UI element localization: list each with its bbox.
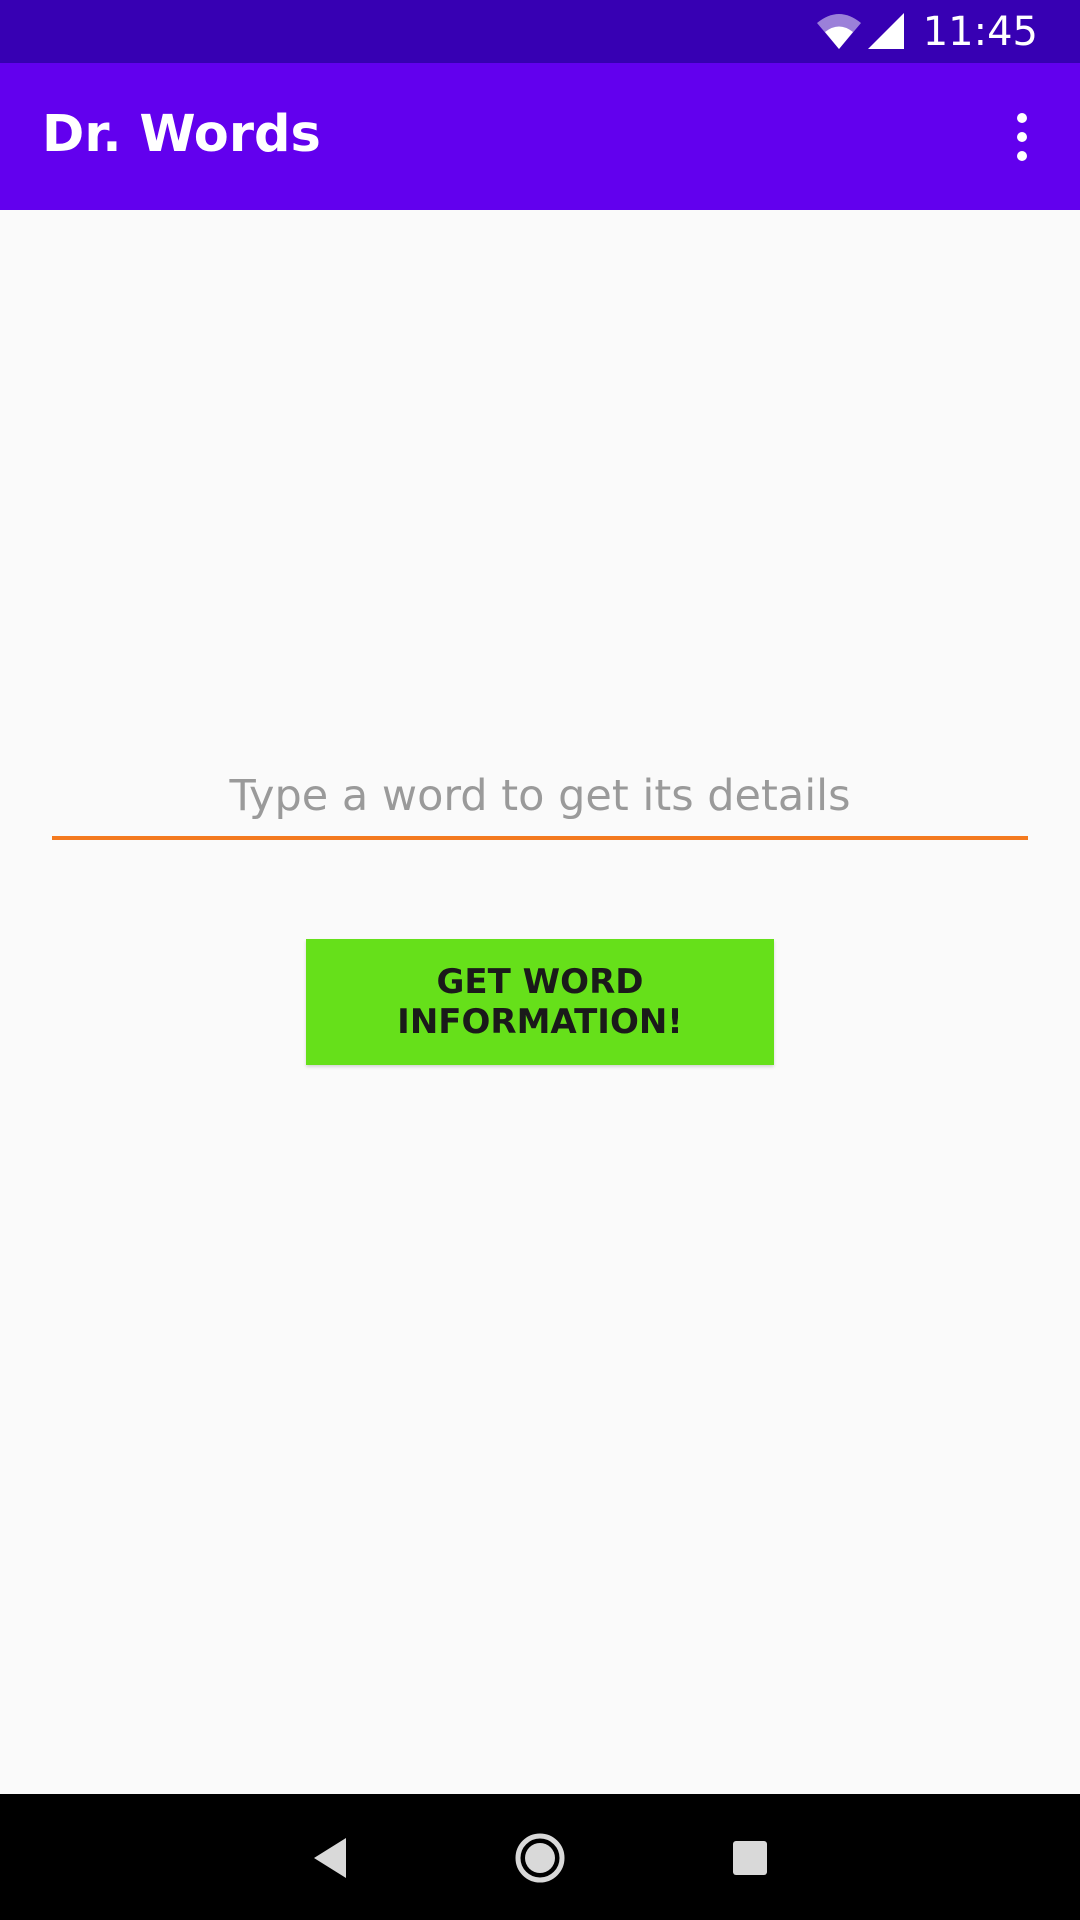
get-word-information-button[interactable]: GET WORD INFORMATION! <box>306 939 774 1065</box>
main-content: GET WORD INFORMATION! <box>0 210 1080 1794</box>
status-clock: 11:45 <box>922 9 1038 55</box>
app-title: Dr. Words <box>42 105 321 164</box>
navigation-bar <box>0 1794 1080 1920</box>
back-icon[interactable] <box>310 1836 350 1880</box>
wifi-icon <box>817 14 861 49</box>
more-vert-icon[interactable] <box>1002 111 1042 163</box>
word-input[interactable] <box>52 756 1028 840</box>
app-bar: Dr. Words <box>0 63 1080 210</box>
cell-signal-icon <box>868 13 904 49</box>
recents-icon[interactable] <box>732 1840 768 1876</box>
home-icon[interactable] <box>514 1832 566 1884</box>
status-bar: 11:45 <box>0 0 1080 63</box>
